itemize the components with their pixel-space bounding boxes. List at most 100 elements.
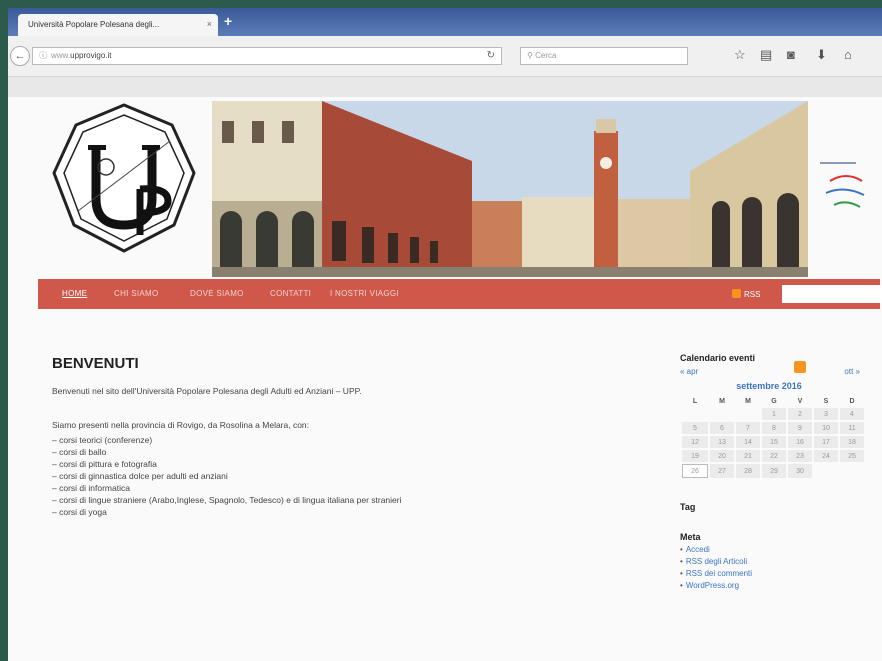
calendar-day: 15 [762,436,786,448]
calendar-day [736,408,760,420]
calendar-week: 12 13 14 15 16 17 18 [682,436,864,448]
pocket-icon[interactable]: ◙ [787,47,795,63]
calendar-day: 9 [788,422,812,434]
calendar-feed-icon[interactable] [794,361,806,373]
menu-item-dove-siamo[interactable]: DOVE SIAMO [190,289,244,298]
calendar-day: 2 [788,408,812,420]
tag-title: Tag [680,502,696,512]
calendar-day: 10 [814,422,838,434]
tab-title: Università Popolare Polesana degli... [28,20,160,29]
calendar-day: 29 [762,464,786,478]
calendar-day: 25 [840,450,864,462]
meta-link-rss-comments[interactable]: • RSS dei commenti [680,568,870,580]
calendar-weekday: S [823,398,829,405]
calendar-day: 16 [788,436,812,448]
main-content: BENVENUTI Benvenuti nel sito dell'Univer… [52,355,612,518]
calendar-weekday: V [797,398,803,405]
calendar-day: 22 [762,450,786,462]
rss-icon [732,289,741,298]
calendar-day: 13 [710,436,734,448]
calendar-day: 23 [788,450,812,462]
calendar-day: 8 [762,422,786,434]
calendar-day: 26 [682,464,708,478]
menu-item-chi-siamo[interactable]: CHI SIAMO [114,289,158,298]
calendar-day [814,464,838,478]
url-bar[interactable]: ⓘ www.upprovigo.it ↻ [32,47,502,65]
sidebar: Calendario eventi « apr ott » settembre … [680,353,870,592]
calendar-day: 11 [840,422,864,434]
calendar-day: 14 [736,436,760,448]
course-item: – corsi di pittura e fotografia [52,459,157,469]
calendar-week: 1234 [682,408,864,420]
presence-text: Siamo presenti nella provincia di Rovigo… [52,420,310,430]
course-item: – corsi di lingue straniere (Arabo,Ingle… [52,495,402,505]
back-button[interactable]: ← [10,46,30,66]
rss-link[interactable]: RSS [732,289,760,299]
calendar-day: 6 [710,422,734,434]
calendar-day: 30 [788,464,812,478]
browser-tab[interactable]: Università Popolare Polesana degli... × [18,14,218,36]
meta-title: Meta [680,532,701,542]
calendar-day: 24 [814,450,838,462]
url-domain: upprovigo.it [70,51,112,60]
calendar-day: 7 [736,422,760,434]
page-title: BENVENUTI [52,355,139,372]
calendar-day [710,408,734,420]
calendar-day: 1 [762,408,786,420]
calendar-week: 19 20 21 22 23 24 25 [682,450,864,462]
calendar-week: 5 6 7 8 9 10 11 [682,422,864,434]
search-input[interactable]: ⚲ Cerca [520,47,688,65]
menu-item-home[interactable]: HOME [62,289,87,298]
calendar-day [682,408,708,420]
calendar-week: 26 27 28 29 30 [682,464,864,478]
calendar-day: 21 [736,450,760,462]
course-item: – corsi di ballo [52,447,107,457]
main-menu: HOME CHI SIAMO DOVE SIAMO CONTATTI I NOS… [38,279,882,309]
calendar-day: 27 [710,464,734,478]
search-placeholder: Cerca [535,51,557,60]
calendar-day: 19 [682,450,708,462]
tab-close-icon[interactable]: × [207,19,212,29]
menu-item-viaggi[interactable]: I NOSTRI VIAGGI [330,289,399,298]
calendar-grid: LMMGVSD 1 2 3 4 5 6 7 8 9 10 11 12 13 14 15 16 17 18 19 20 2… [680,395,866,480]
calendar-next-link[interactable]: ott » [844,367,860,376]
meta-link-wordpress[interactable]: • WordPress.org [680,580,870,592]
calendar-day: 3 [814,408,838,420]
reload-icon[interactable]: ↻ [487,48,495,64]
piazza-banner-image [212,101,808,277]
web-page: HOME CHI SIAMO DOVE SIAMO CONTATTI I NOS… [8,97,882,661]
meta-link-login[interactable]: • Accedi [680,544,870,556]
calendar-title: Calendario eventi [680,353,756,363]
home-icon[interactable]: ⌂ [844,47,852,63]
calendar-weekday: M [745,398,751,405]
calendar-day: 17 [814,436,838,448]
upp-logo [52,103,196,253]
calendar-day: 4 [840,408,864,420]
calendar-day [840,464,864,478]
calendar-day: 20 [710,450,734,462]
rss-label: RSS [744,290,761,299]
site-search-input[interactable] [782,285,882,303]
url-prefix: www. [51,51,71,60]
calendar-prev-link[interactable]: « apr [680,367,698,376]
calendar-weekday: G [771,398,777,405]
bookmark-icon[interactable]: ▤ [760,47,772,63]
calendar-weekday: M [719,398,725,405]
calendar-weekday: L [692,398,698,405]
tab-bar: Università Popolare Polesana degli... × … [8,8,882,36]
calendar-day: 18 [840,436,864,448]
calendar-day: 12 [682,436,708,448]
course-item: – corsi di yoga [52,507,107,517]
new-tab-button[interactable]: + [224,14,232,28]
calendar-weekday: D [849,398,855,405]
browser-window: Università Popolare Polesana degli... × … [8,8,882,661]
info-icon[interactable]: ⓘ [39,51,47,60]
calendar-nav: « apr ott » [680,361,870,379]
calendar-day: 28 [736,464,760,478]
menu-item-contatti[interactable]: CONTATTI [270,289,311,298]
meta-link-rss-articles[interactable]: • RSS degli Articoli [680,556,870,568]
partner-logo [816,157,872,217]
bookmarks-toolbar [8,77,882,97]
star-icon[interactable]: ☆ [734,47,746,63]
download-icon[interactable]: ⬇ [816,47,827,63]
